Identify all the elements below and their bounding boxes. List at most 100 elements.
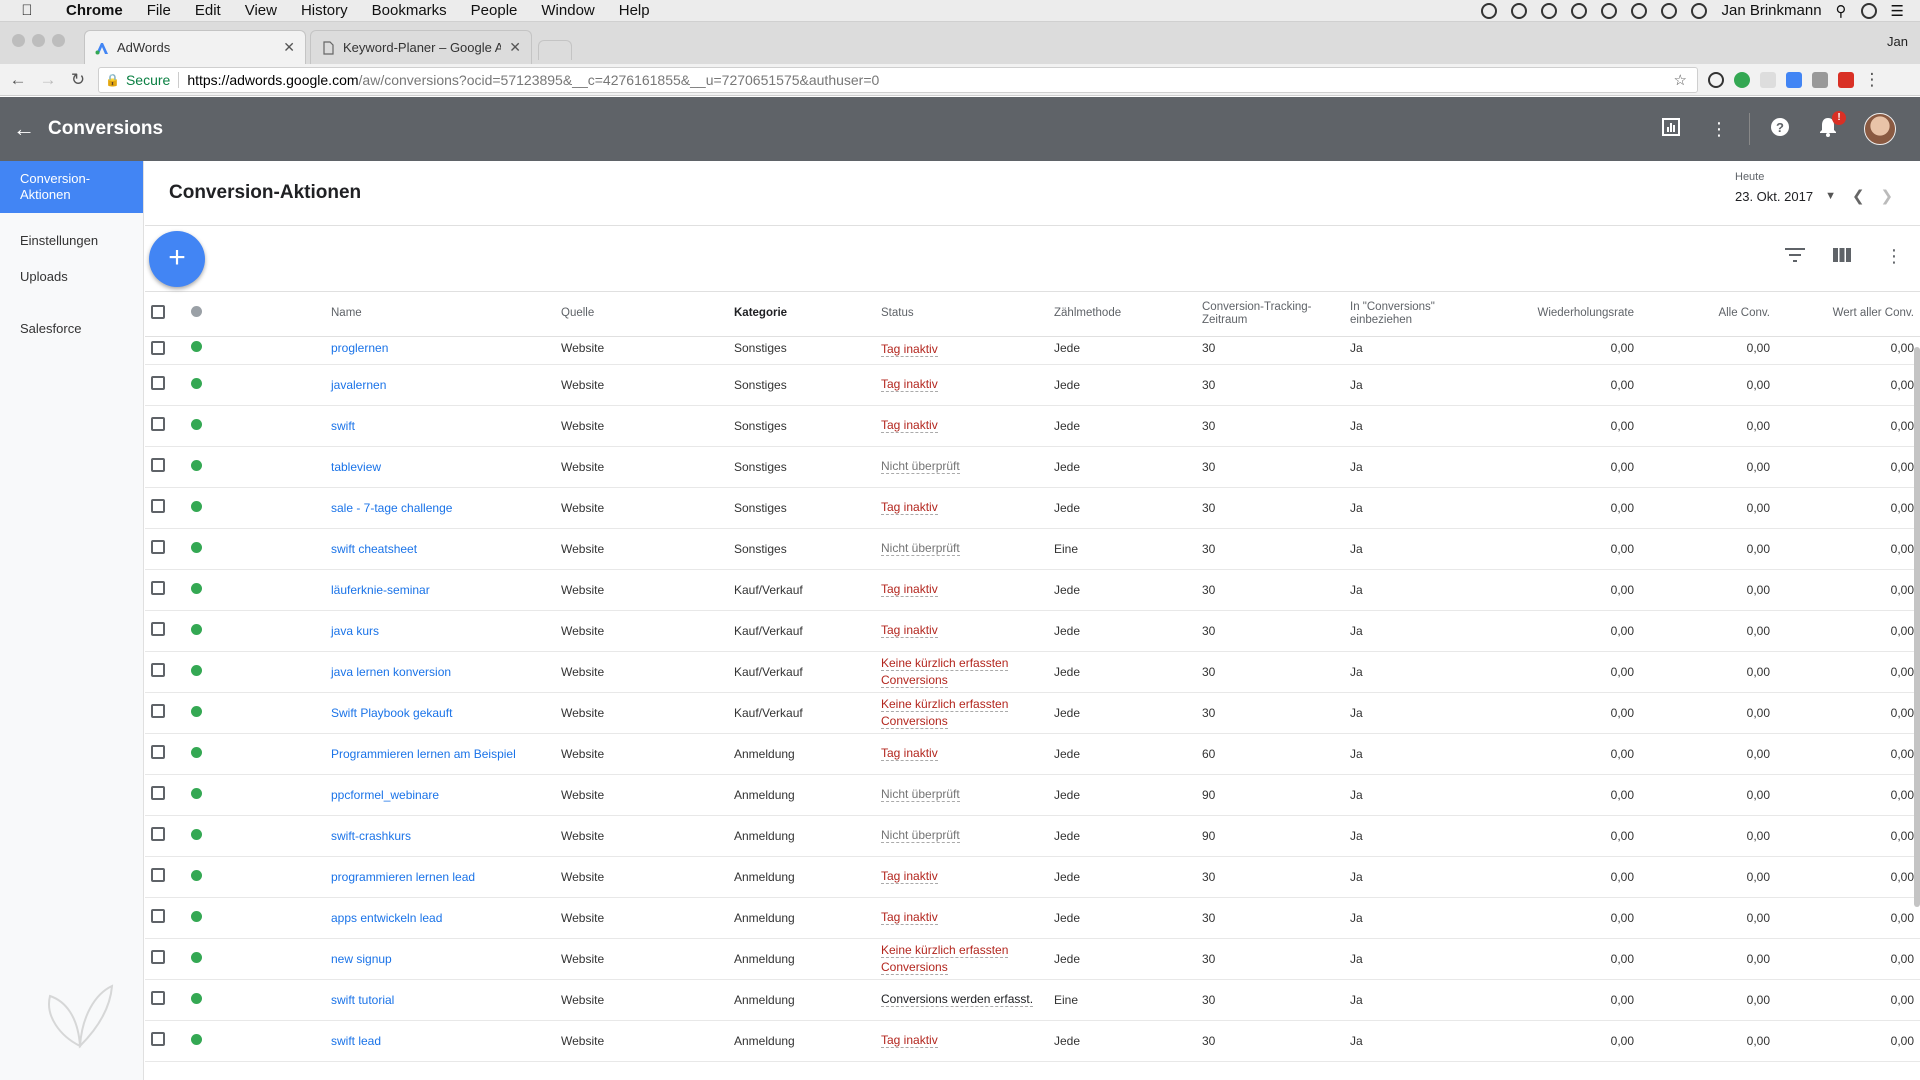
extension-pocket-icon[interactable] [1838,71,1854,88]
conversion-name-link[interactable]: swift tutorial [331,993,394,1007]
dropdown-caret-icon[interactable]: ▼ [1825,190,1836,202]
tracking-status[interactable]: Tag inaktiv [881,418,938,433]
bookmark-star-icon[interactable]: ☆ [1674,71,1687,89]
row-checkbox[interactable] [151,909,165,923]
forward-icon[interactable]: → [36,70,60,90]
tracking-status[interactable]: Tag inaktiv [881,582,938,597]
conversion-name-link[interactable]: swift lead [331,1034,381,1048]
browser-profile-name[interactable]: Jan [1887,34,1908,49]
row-checkbox[interactable] [151,868,165,882]
extension-screenshot-icon[interactable] [1786,71,1802,88]
row-checkbox[interactable] [151,581,165,595]
filter-icon[interactable] [1785,246,1805,267]
tracking-status[interactable]: Keine kürzlich erfassten Conversions [881,696,1009,729]
tracking-status[interactable]: Tag inaktiv [881,1033,938,1048]
conversion-name-link[interactable]: swift-crashkurs [331,829,411,843]
column-header-include[interactable]: In "Conversions" einbeziehen [1344,292,1490,337]
conversion-name-link[interactable]: swift [331,419,355,433]
tracking-status[interactable]: Nicht überprüft [881,828,960,843]
tab-adwords[interactable]: AdWords ✕ [84,30,306,64]
select-all-checkbox[interactable] [151,304,165,319]
table-row[interactable]: swift Website Sonstiges Tag inaktiv Jede 30 Ja… [145,405,1920,447]
help-icon[interactable]: ? [1756,117,1804,142]
status-filter-icon[interactable] [191,306,202,318]
table-row[interactable]: swift tutorial Website Anmeldung Conversion… [145,979,1920,1021]
table-row[interactable]: java lernen konversion Website Kauf/Verkau… [145,651,1920,693]
apple-icon[interactable]:  [0,2,54,19]
row-checkbox[interactable] [151,991,165,1005]
back-arrow-icon[interactable]: ← [0,116,48,142]
table-row[interactable]: proglernen Website Sonstiges Tag inaktiv Jed… [145,336,1920,365]
add-conversion-button[interactable]: + [149,231,205,287]
more-vert-icon[interactable]: ⋮ [1695,119,1743,140]
menu-history[interactable]: History [289,2,360,19]
column-header-status[interactable]: Status [875,292,1048,337]
reports-icon[interactable] [1647,117,1695,141]
tracking-status[interactable]: Tag inaktiv [881,623,938,638]
record-icon[interactable] [1481,2,1498,19]
table-row[interactable]: tableview Website Sonstiges Nicht überprüft… [145,446,1920,488]
menu-view[interactable]: View [233,2,289,19]
new-tab-button[interactable] [538,40,572,60]
row-checkbox[interactable] [151,376,165,390]
table-row[interactable]: java kurs Website Kauf/Verkauf Tag inaktiv J… [145,610,1920,652]
tracking-status[interactable]: Tag inaktiv [881,500,938,515]
reload-icon[interactable]: ↻ [66,70,90,90]
tab-keyword-planner[interactable]: Keyword-Planer – Google AdW ✕ [310,30,532,64]
menu-window[interactable]: Window [529,2,606,19]
airplay-icon[interactable] [1661,2,1678,19]
row-checkbox[interactable] [151,458,165,472]
table-row[interactable]: new signup Website Anmeldung Keine kürzlich… [145,938,1920,980]
row-checkbox[interactable] [151,663,165,677]
password-manager-icon[interactable] [1601,2,1618,19]
conversion-name-link[interactable]: javalernen [331,378,386,392]
row-checkbox[interactable] [151,745,165,759]
conversion-name-link[interactable]: swift cheatsheet [331,542,417,556]
row-checkbox[interactable] [151,786,165,800]
row-checkbox[interactable] [151,1032,165,1046]
sidebar-item-settings[interactable]: Einstellungen [0,223,143,259]
column-header-source[interactable]: Quelle [555,292,728,337]
back-icon[interactable]: ← [6,70,30,90]
evernote-icon[interactable] [1631,2,1648,19]
table-row[interactable]: swift cheatsheet Website Sonstiges Nicht üb… [145,528,1920,570]
menubar-user-name[interactable]: Jan Brinkmann [1721,2,1821,19]
extension-code-icon[interactable] [1812,71,1828,88]
menu-app-chrome[interactable]: Chrome [54,2,135,19]
address-bar[interactable]: 🔒 Secure https://adwords.google.com /aw/… [98,66,1698,93]
conversion-name-link[interactable]: java kurs [331,624,379,638]
window-zoom-button[interactable] [52,34,65,47]
time-machine-icon[interactable] [1691,2,1708,19]
column-header-all-conv[interactable]: Alle Conv. [1640,292,1776,337]
date-range-picker[interactable]: Heute 23. Okt. 2017 ▼ ❮ ❯ [1735,171,1905,205]
avatar[interactable] [1864,113,1896,145]
tracking-status[interactable]: Tag inaktiv [881,746,938,761]
vertical-scrollbar[interactable] [1914,347,1920,907]
browser-menu-icon[interactable]: ⋮ [1860,70,1884,90]
conversion-name-link[interactable]: Programmieren lernen am Beispiel [331,747,516,761]
sidebar-item-conversion-actions[interactable]: Conversion-Aktionen [0,161,143,213]
menu-bookmarks[interactable]: Bookmarks [360,2,459,19]
column-header-name[interactable]: Name [325,292,555,337]
tracking-status[interactable]: Tag inaktiv [881,910,938,925]
row-checkbox[interactable] [151,704,165,718]
window-minimize-button[interactable] [32,34,45,47]
table-row[interactable]: swift-crashkurs Website Anmeldung Nicht übe… [145,815,1920,857]
sidebar-item-salesforce[interactable]: Salesforce [0,311,143,347]
tracking-status[interactable]: Nicht überprüft [881,459,960,474]
menu-edit[interactable]: Edit [183,2,233,19]
table-row[interactable]: läuferknie-seminar Website Kauf/Verkauf Tag… [145,569,1920,611]
row-checkbox[interactable] [151,827,165,841]
tab-close-icon[interactable]: ✕ [509,39,521,56]
tracking-status[interactable]: Tag inaktiv [881,341,938,357]
row-checkbox[interactable] [151,540,165,554]
table-row[interactable]: programmieren lernen lead Website Anmeldun… [145,856,1920,898]
conversion-name-link[interactable]: proglernen [331,341,388,355]
conversion-name-link[interactable]: ppcformel_webinare [331,788,439,802]
sync-icon[interactable] [1541,2,1558,19]
table-row[interactable]: Swift Playbook gekauft Website Kauf/Verkau… [145,692,1920,734]
date-value[interactable]: 23. Okt. 2017 [1735,189,1813,204]
notifications-bell-icon[interactable]: ! [1804,110,1852,142]
previous-period-icon[interactable]: ❮ [1852,187,1865,205]
extension-1password-icon[interactable] [1708,71,1724,88]
